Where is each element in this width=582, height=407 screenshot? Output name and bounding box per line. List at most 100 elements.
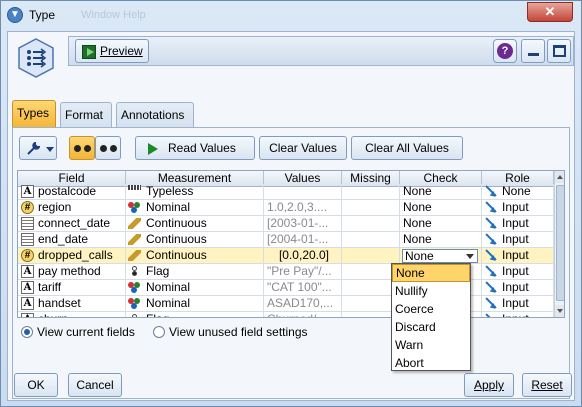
cancel-button[interactable]: Cancel [68,373,122,397]
cell-measurement[interactable]: Nominal [126,280,264,295]
dialog-body: Preview ? Types Format Annotations Read … [7,31,575,401]
check-select[interactable]: None [402,249,478,263]
cell-field[interactable]: end_date [18,232,126,247]
cell-role[interactable]: None [482,184,554,199]
check-option-none[interactable]: None [392,264,470,282]
preview-button[interactable]: Preview [75,39,149,63]
cell-role[interactable]: Input [482,312,554,317]
date-type-icon [21,233,34,246]
cell-role[interactable]: Input [482,248,554,263]
tools-dropdown-button[interactable] [19,136,57,160]
table-row[interactable]: end_date Continuous [2004-01-... None Input [18,232,554,248]
minimize-button[interactable] [521,39,545,63]
table-row[interactable]: # dropped_calls Continuous [0.0,20.0] None In… [18,248,554,264]
ruler-measurement-icon [128,250,141,261]
table-row[interactable]: Ahandset Nominal ASAD170,... Input [18,296,554,312]
cell-values[interactable]: ASAD170,... [264,296,342,311]
cell-check[interactable]: None [400,200,482,215]
cell-measurement[interactable]: Flag [126,264,264,279]
check-option-discard[interactable]: Discard [392,318,470,336]
cell-check[interactable]: None [400,248,482,263]
cell-values[interactable]: [2003-01-... [264,216,342,231]
maximize-icon [553,45,566,57]
cell-measurement[interactable]: Flag [126,312,264,317]
cell-role[interactable]: Input [482,296,554,311]
cell-values[interactable]: "CAT 100"... [264,280,342,295]
apply-button[interactable]: Apply [464,373,514,397]
view-filtered-fields-button[interactable] [95,136,121,160]
radio-current[interactable] [21,326,33,338]
cell-field[interactable]: Achurn [18,312,126,317]
cell-role[interactable]: Input [482,232,554,247]
reset-button[interactable]: Reset [522,373,572,397]
table-scrollbar[interactable] [554,171,564,317]
typeless-measurement-icon [128,185,141,190]
numeric-type-icon: # [21,201,34,214]
scroll-down-icon[interactable] [555,305,564,317]
cell-field[interactable]: # region [18,200,126,215]
cell-role[interactable]: Input [482,264,554,279]
ok-button[interactable]: OK [14,373,58,397]
cell-role[interactable]: Input [482,280,554,295]
cell-measurement[interactable]: Continuous [126,248,264,263]
string-type-icon: A [21,297,34,310]
table-row[interactable]: Apostalcode Typeless None None [18,184,554,200]
tab-format[interactable]: Format [60,102,112,128]
clear-values-button[interactable]: Clear Values [259,136,347,160]
view-all-fields-button[interactable] [69,136,95,160]
cell-measurement[interactable]: Continuous [126,232,264,247]
check-option-coerce[interactable]: Coerce [392,300,470,318]
cell-missing[interactable] [342,200,400,215]
play-icon [82,45,96,59]
cell-missing[interactable] [342,184,400,199]
cell-measurement[interactable]: Typeless [126,184,264,199]
clear-all-values-button[interactable]: Clear All Values [351,136,463,160]
table-row[interactable]: Achurn Flag Churned/... Input [18,312,554,317]
cell-check[interactable]: None [400,232,482,247]
cell-check[interactable]: None [400,184,482,199]
cell-missing[interactable] [342,216,400,231]
table-row[interactable]: Apay method Flag "Pre Pay"/... Input [18,264,554,280]
cell-values[interactable]: Churned/... [264,312,342,317]
cell-missing[interactable] [342,232,400,247]
nominal-measurement-icon [128,202,141,213]
read-values-button[interactable]: Read Values [135,136,255,160]
table-row[interactable]: Atariff Nominal "CAT 100"... Input [18,280,554,296]
help-button[interactable]: ? [493,39,517,63]
chevron-down-icon[interactable] [466,254,474,259]
cell-measurement[interactable]: Nominal [126,200,264,215]
field-name: end_date [38,232,89,246]
cell-values[interactable] [264,184,342,199]
cell-field[interactable]: connect_date [18,216,126,231]
maximize-button[interactable] [547,39,571,63]
scroll-up-icon[interactable] [555,171,564,183]
cell-measurement[interactable]: Continuous [126,216,264,231]
cell-field[interactable]: # dropped_calls [18,248,126,263]
table-row[interactable]: # region Nominal 1.0,2.0,3.... None Input [18,200,554,216]
tab-types[interactable]: Types [12,100,56,128]
cell-role[interactable]: Input [482,216,554,231]
cell-values[interactable]: 1.0,2.0,3.... [264,200,342,215]
cell-check[interactable]: None [400,216,482,231]
preview-label: Preview [100,44,143,58]
cell-missing[interactable] [342,248,400,263]
cell-measurement[interactable]: Nominal [126,296,264,311]
cell-values[interactable]: [2004-01-... [264,232,342,247]
cell-role[interactable]: Input [482,200,554,215]
cell-field[interactable]: Apostalcode [18,184,126,199]
check-option-nullify[interactable]: Nullify [392,282,470,300]
cell-values[interactable]: [0.0,20.0] [264,248,342,263]
close-button[interactable]: ✕ [527,2,573,22]
scroll-thumb[interactable] [556,185,564,301]
radio-unused[interactable] [153,326,165,338]
cell-values[interactable]: "Pre Pay"/... [264,264,342,279]
cell-field[interactable]: Ahandset [18,296,126,311]
type-dialog-window: ▼ Type Window Help ✕ Preview ? Types For… [0,0,582,407]
tab-annotations[interactable]: Annotations [116,102,194,128]
cell-field[interactable]: Apay method [18,264,126,279]
check-option-warn[interactable]: Warn [392,336,470,354]
check-option-abort[interactable]: Abort [392,354,470,372]
cell-field[interactable]: Atariff [18,280,126,295]
check-dropdown-list: None Nullify Coerce Discard Warn Abort [391,263,471,371]
table-row[interactable]: connect_date Continuous [2003-01-... None In… [18,216,554,232]
